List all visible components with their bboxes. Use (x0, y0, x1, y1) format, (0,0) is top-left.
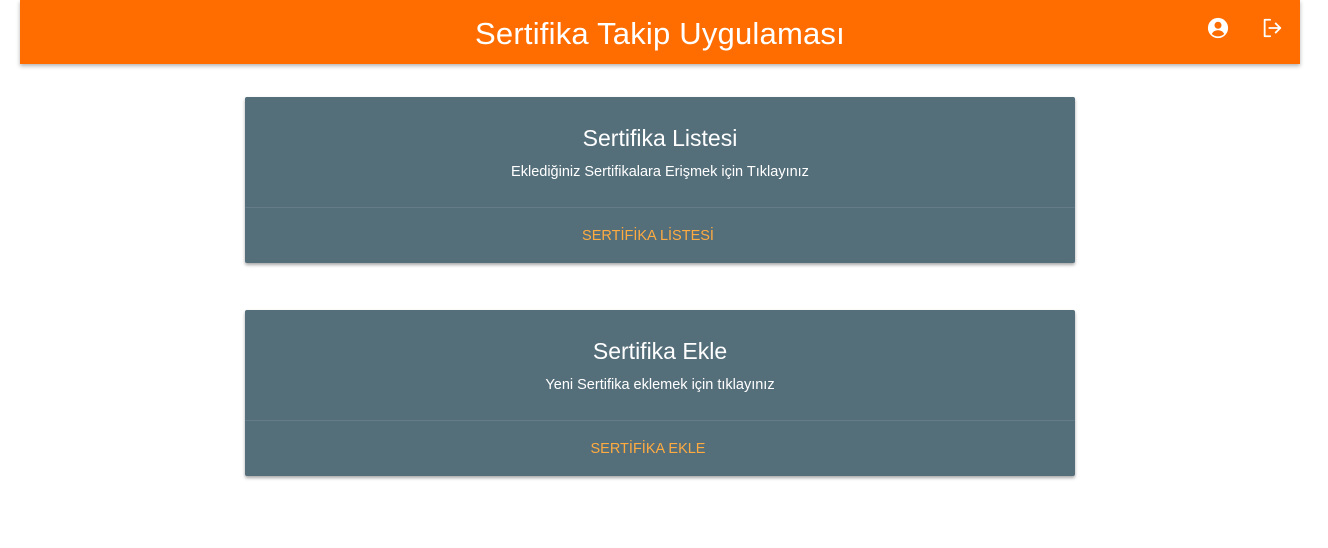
certificate-list-link[interactable]: SERTİFİKA LİSTESİ (582, 228, 738, 244)
card-subtitle: Yeni Sertifika eklemek için tıklayınız (545, 377, 775, 393)
app-header: Sertifika Takip Uygulaması (20, 0, 1300, 64)
card-content: Sertifika Listesi Eklediğiniz Sertifikal… (245, 97, 1075, 207)
card-action-bar: SERTİFİKA LİSTESİ (245, 208, 1075, 263)
add-certificate-link[interactable]: SERTİFİKA EKLE (591, 441, 730, 457)
app-title: Sertifika Takip Uygulaması (475, 16, 845, 51)
card-action-bar: SERTİFİKA EKLE (245, 421, 1075, 476)
card-subtitle: Eklediğiniz Sertifikalara Erişmek için T… (511, 164, 809, 180)
account-circle-icon[interactable] (1204, 14, 1232, 42)
card-content: Sertifika Ekle Yeni Sertifika eklemek iç… (245, 310, 1075, 420)
card-title: Sertifika Listesi (582, 125, 738, 151)
card-title: Sertifika Ekle (592, 338, 728, 364)
add-certificate-card: Sertifika Ekle Yeni Sertifika eklemek iç… (245, 310, 1075, 476)
logout-icon[interactable] (1258, 14, 1286, 42)
certificate-list-card: Sertifika Listesi Eklediğiniz Sertifikal… (245, 97, 1075, 263)
